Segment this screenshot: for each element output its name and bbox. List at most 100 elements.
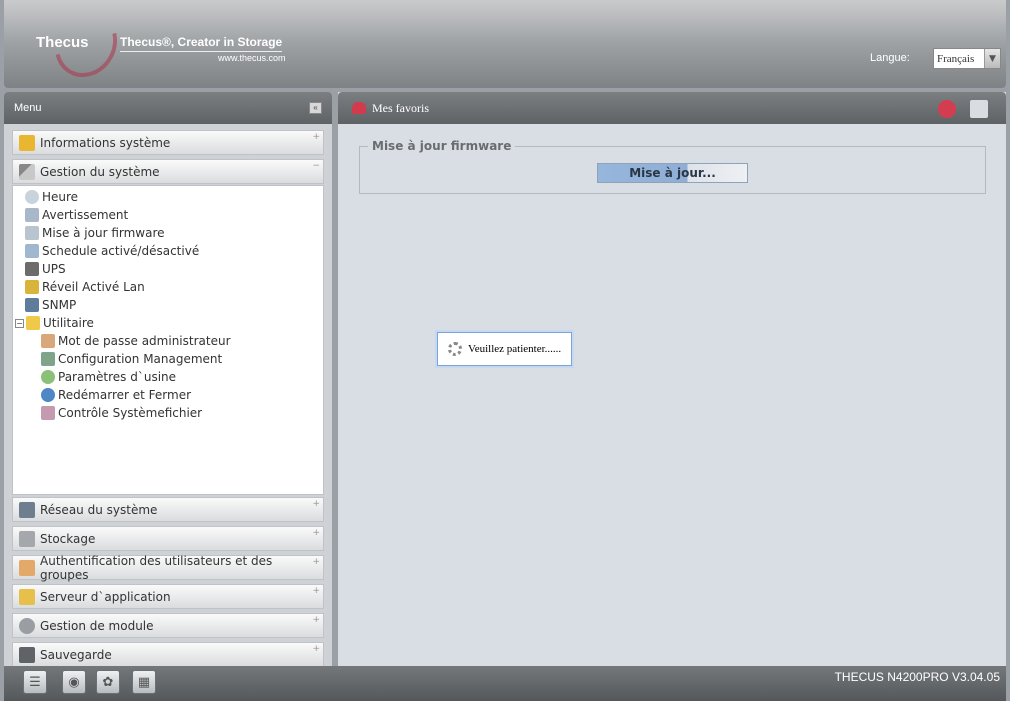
accordion-top: Informations système + Gestion du systèm… bbox=[12, 130, 324, 188]
tree-item-warning[interactable]: Avertissement bbox=[25, 206, 323, 224]
tree-item-reboot-shutdown[interactable]: Redémarrer et Fermer bbox=[25, 386, 323, 404]
wait-message: Veuillez patienter...... bbox=[468, 343, 562, 355]
firmware-icon bbox=[25, 226, 39, 240]
snmp-icon bbox=[25, 298, 39, 312]
schedule-icon bbox=[25, 244, 39, 258]
firmware-update-button[interactable]: Mise à jour... bbox=[597, 163, 748, 183]
expand-icon: + bbox=[312, 644, 320, 654]
tree-item-schedule[interactable]: Schedule activé/désactivé bbox=[25, 242, 323, 260]
tree-item-label: Paramètres d`usine bbox=[58, 370, 177, 384]
menu-section-module-management[interactable]: Gestion de module + bbox=[12, 613, 324, 638]
tree-item-filesystem-check[interactable]: Contrôle Systèmefichier bbox=[25, 404, 323, 422]
favorites-header: Mes favoris bbox=[338, 92, 1006, 124]
fieldset-legend: Mise à jour firmware bbox=[368, 139, 516, 153]
heart-icon bbox=[352, 102, 366, 114]
logo-tagline: Thecus®, Creator in Storage bbox=[120, 35, 283, 52]
collapse-menu-button[interactable]: « bbox=[309, 102, 322, 114]
fscheck-icon bbox=[41, 406, 55, 420]
network-icon bbox=[19, 501, 35, 518]
expand-icon: + bbox=[312, 132, 320, 142]
logo-url: www.thecus.com bbox=[218, 53, 286, 63]
tree-item-label: Mise à jour firmware bbox=[42, 226, 165, 240]
tools-icon bbox=[19, 163, 35, 180]
tree-item-wake-on-lan[interactable]: Réveil Activé Lan bbox=[25, 278, 323, 296]
tree-item-label: Utilitaire bbox=[43, 316, 94, 330]
warning-icon bbox=[25, 208, 39, 222]
config-icon bbox=[41, 352, 55, 366]
menu-section-label: Gestion de module bbox=[40, 618, 154, 633]
spinner-icon bbox=[448, 342, 462, 356]
wol-icon bbox=[25, 280, 39, 294]
tree-item-time[interactable]: Heure bbox=[25, 188, 323, 206]
expand-icon: + bbox=[312, 499, 320, 509]
server-status-icon[interactable]: ☰ bbox=[23, 670, 47, 694]
favorites-label[interactable]: Mes favoris bbox=[372, 101, 429, 116]
tree-item-factory-default[interactable]: Paramètres d`usine bbox=[25, 368, 323, 386]
expand-icon: + bbox=[312, 557, 320, 567]
menu-section-label: Réseau du système bbox=[40, 502, 158, 517]
menu-section-label: Informations système bbox=[40, 135, 171, 150]
content-panel: Mes favoris Mise à jour firmware Mise à … bbox=[338, 92, 1006, 666]
tree-item-snmp[interactable]: SNMP bbox=[25, 296, 323, 314]
disk-status-icon[interactable]: ◉ bbox=[62, 670, 86, 694]
tree-item-label: Heure bbox=[42, 190, 79, 204]
menu-section-network[interactable]: Réseau du système + bbox=[12, 497, 324, 522]
storage-icon bbox=[19, 530, 35, 547]
menu-section-label: Sauvegarde bbox=[40, 647, 112, 662]
module-icon bbox=[19, 617, 35, 634]
accordion-bottom: Réseau du système + Stockage + Authentif… bbox=[12, 497, 324, 670]
status-bar: ☰ ◉ ✿ ▦ THECUS N4200PRO V3.04.05 bbox=[4, 666, 1006, 701]
system-management-tree: Heure Avertissement Mise à jour firmware… bbox=[12, 185, 324, 495]
network-status-icon[interactable]: ▦ bbox=[132, 670, 156, 694]
tree-collapse-icon[interactable]: − bbox=[15, 318, 24, 328]
logo-text: Thecus bbox=[36, 34, 89, 51]
app-server-icon bbox=[19, 588, 35, 605]
menu-section-user-auth[interactable]: Authentification des utilisateurs et des… bbox=[12, 553, 324, 582]
menu-section-label: Stockage bbox=[40, 531, 96, 546]
menu-section-storage[interactable]: Stockage + bbox=[12, 526, 324, 551]
tree-item-label: SNMP bbox=[42, 298, 77, 312]
menu-panel: Menu « Informations système + Gestion du… bbox=[4, 92, 332, 670]
clock-icon bbox=[25, 190, 39, 204]
tree-item-ups[interactable]: UPS bbox=[25, 260, 323, 278]
expand-icon: + bbox=[312, 528, 320, 538]
tree-item-utilities[interactable]: − Utilitaire bbox=[15, 314, 323, 332]
info-icon bbox=[19, 134, 35, 151]
tree-item-firmware-update[interactable]: Mise à jour firmware bbox=[25, 224, 323, 242]
tree-item-label: Schedule activé/désactivé bbox=[42, 244, 200, 258]
menu-header: Menu « bbox=[4, 92, 332, 124]
folder-icon bbox=[26, 316, 40, 330]
tree-item-label: Redémarrer et Fermer bbox=[58, 388, 192, 402]
tree-item-config-management[interactable]: Configuration Management bbox=[25, 350, 323, 368]
tree-item-label: Configuration Management bbox=[58, 352, 223, 366]
admin-icon bbox=[41, 334, 55, 348]
menu-section-backup[interactable]: Sauvegarde + bbox=[12, 642, 324, 667]
menu-section-system-info[interactable]: Informations système + bbox=[12, 130, 324, 155]
fan-status-icon[interactable]: ✿ bbox=[96, 670, 120, 694]
menu-title: Menu bbox=[14, 102, 42, 114]
factory-icon bbox=[41, 370, 55, 384]
logout-icon[interactable] bbox=[970, 100, 988, 118]
menu-section-app-server[interactable]: Serveur d`application + bbox=[12, 584, 324, 609]
tree-item-label: Contrôle Systèmefichier bbox=[58, 406, 203, 420]
chevron-down-icon[interactable]: ▼ bbox=[984, 49, 1000, 68]
expand-icon: + bbox=[312, 615, 320, 625]
power-icon bbox=[41, 388, 55, 402]
language-select[interactable]: Français ▼ bbox=[933, 48, 1001, 69]
tree-item-label: Avertissement bbox=[42, 208, 129, 222]
tree-item-label: Réveil Activé Lan bbox=[42, 280, 145, 294]
firmware-fieldset: Mise à jour firmware Mise à jour... bbox=[359, 139, 986, 194]
menu-section-system-management[interactable]: Gestion du système − bbox=[12, 159, 324, 184]
firmware-version: THECUS N4200PRO V3.04.05 bbox=[834, 670, 1000, 684]
remove-favorite-icon[interactable] bbox=[938, 100, 956, 118]
please-wait-dialog: Veuillez patienter...... bbox=[437, 332, 572, 366]
users-icon bbox=[19, 559, 35, 576]
menu-section-label: Authentification des utilisateurs et des… bbox=[40, 553, 273, 582]
language-label: Langue: bbox=[870, 52, 910, 64]
language-value: Français bbox=[937, 52, 975, 65]
expand-icon: + bbox=[312, 586, 320, 596]
menu-section-label: Serveur d`application bbox=[40, 589, 171, 604]
tree-item-label: Mot de passe administrateur bbox=[58, 334, 231, 348]
tree-item-label: UPS bbox=[42, 262, 66, 276]
tree-item-admin-password[interactable]: Mot de passe administrateur bbox=[25, 332, 323, 350]
